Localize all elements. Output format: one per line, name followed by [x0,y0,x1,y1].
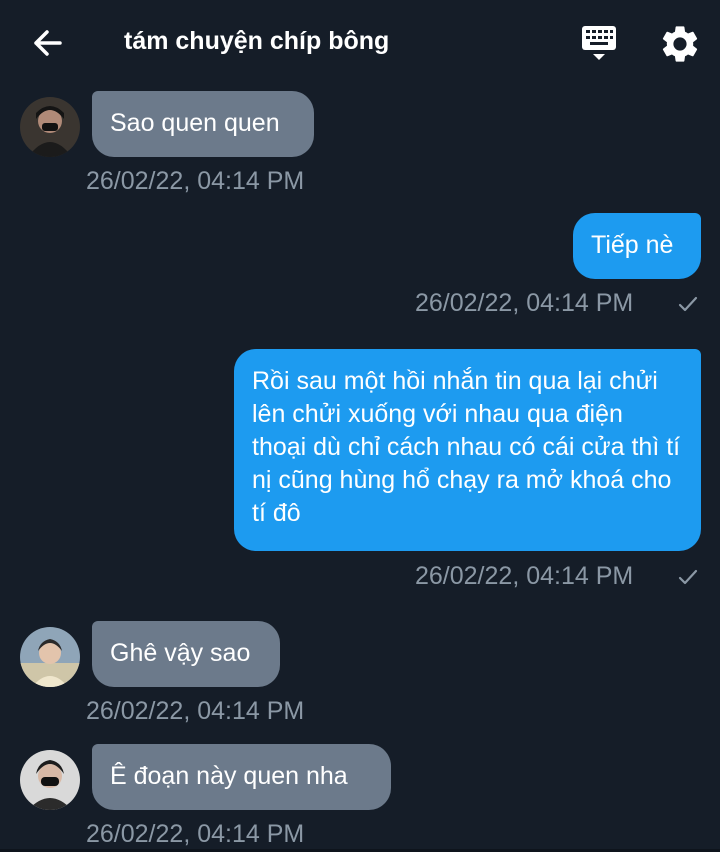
avatar[interactable] [20,97,80,157]
message-bubble-incoming[interactable]: Ghê vậy sao [92,621,280,687]
message-timestamp: 26/02/22, 04:14 PM [86,820,305,848]
avatar-image [20,750,80,810]
settings-button[interactable] [658,22,702,66]
avatar[interactable] [20,627,80,687]
message-bubble-outgoing[interactable]: Rồi sau một hồi nhắn tin qua lại chửi lê… [234,349,701,551]
message-timestamp: 26/02/22, 04:14 PM [86,697,305,725]
message-timestamp: 26/02/22, 04:14 PM [415,562,634,590]
back-button[interactable] [26,26,70,60]
avatar-image [20,627,80,687]
avatar[interactable] [20,750,80,810]
gear-icon [662,26,698,62]
message-timestamp: 26/02/22, 04:14 PM [86,167,305,195]
conversation-title: tám chuyện chíp bông [124,27,390,55]
read-check-icon [678,569,698,585]
read-check-icon [678,296,698,312]
chat-header: tám chuyện chíp bông [0,0,720,84]
keyboard-button[interactable] [578,24,622,64]
message-bubble-outgoing[interactable]: Tiếp nè [573,213,701,279]
keyboard-icon [582,26,616,60]
message-timestamp: 26/02/22, 04:14 PM [415,289,634,317]
arrow-left-icon [34,30,62,56]
message-bubble-incoming[interactable]: Sao quen quen [92,91,314,157]
avatar-image [20,97,80,157]
message-bubble-incoming[interactable]: Ê đoạn này quen nha [92,744,391,810]
